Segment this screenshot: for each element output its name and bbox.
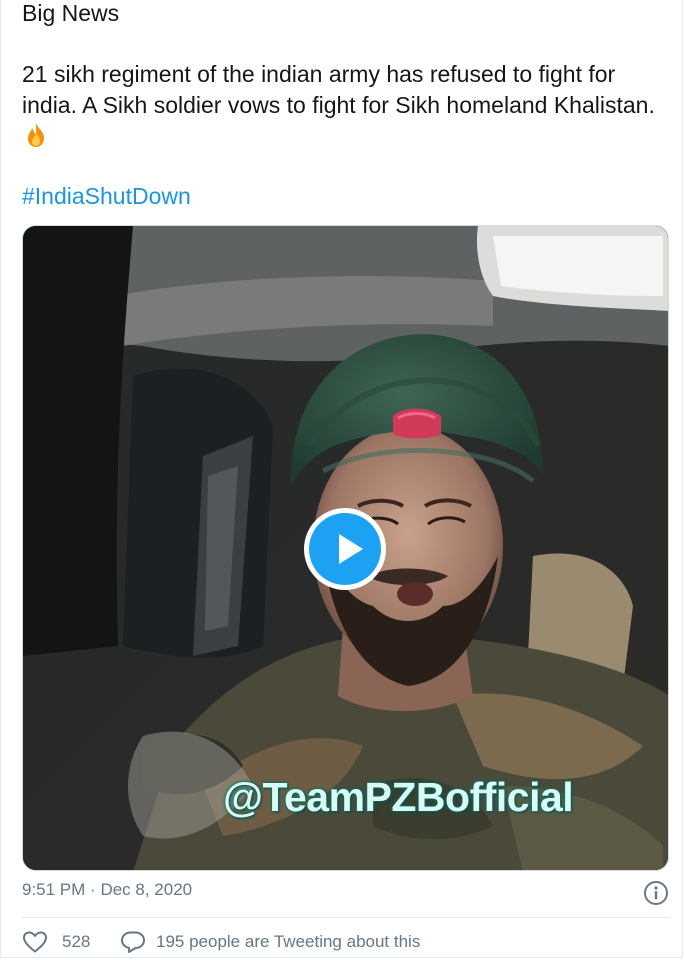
video-player[interactable]: @TeamPZBofficial — [22, 225, 669, 871]
tweet-body: 21 sikh regiment of the indian army has … — [22, 59, 662, 153]
hashtag-link[interactable]: #IndiaShutDown — [22, 181, 191, 212]
play-icon — [309, 513, 381, 585]
tweet-card: Big News 21 sikh regiment of the indian … — [0, 0, 683, 958]
conversation-text: 195 people are Tweeting about this — [156, 932, 421, 951]
heart-icon — [23, 931, 47, 953]
timestamp-separator: · — [90, 880, 96, 899]
like-count: 528 — [62, 932, 91, 951]
tweet-heading: Big News — [22, 0, 120, 26]
tweet-time[interactable]: 9:51 PM — [22, 880, 85, 899]
tweet-body-text: 21 sikh regiment of the indian army has … — [22, 61, 655, 118]
fire-emoji — [28, 123, 44, 147]
tweet-timestamp: 9:51 PM · Dec 8, 2020 — [22, 880, 192, 900]
play-button[interactable] — [304, 508, 386, 590]
divider — [22, 917, 669, 918]
speech-bubble-icon — [121, 931, 145, 953]
conversation-link[interactable]: 195 people are Tweeting about this — [120, 930, 420, 954]
video-watermark: @TeamPZBofficial — [223, 774, 574, 820]
like-button[interactable]: 528 — [22, 930, 90, 954]
tweet-date[interactable]: Dec 8, 2020 — [100, 880, 192, 899]
info-icon[interactable] — [643, 880, 669, 906]
